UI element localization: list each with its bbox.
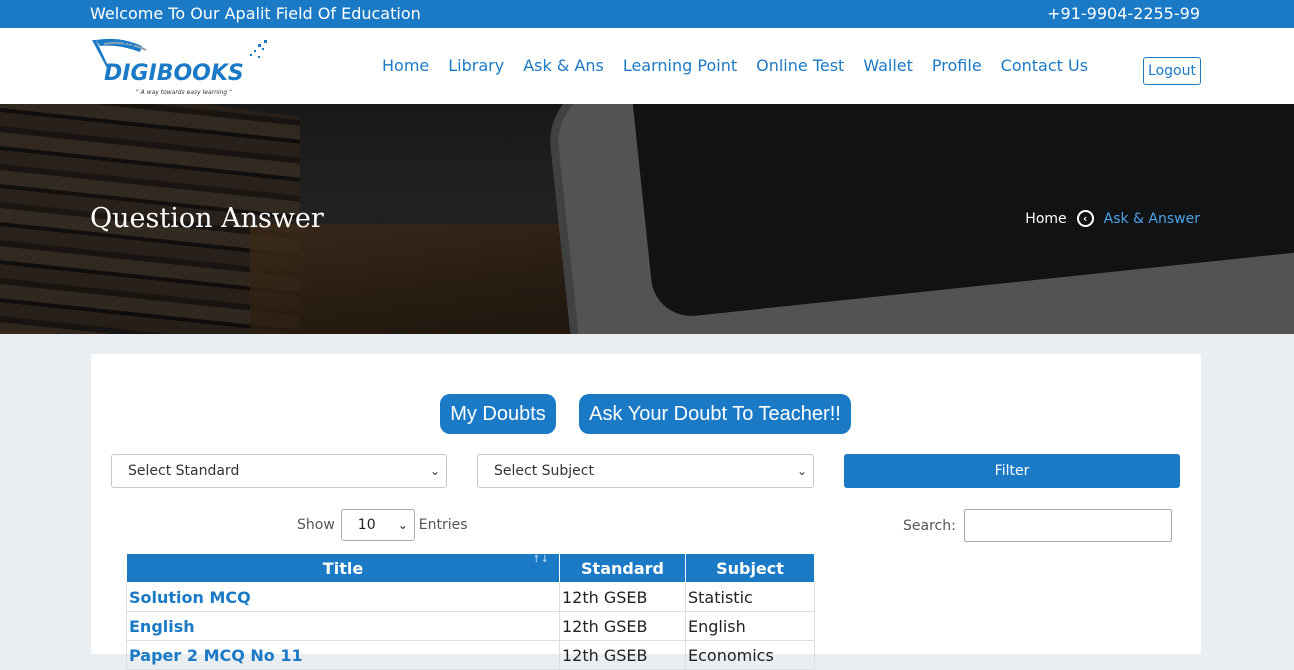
chevron-down-icon: ⌄: [429, 464, 440, 478]
my-doubts-button[interactable]: My Doubts: [440, 394, 556, 434]
subject-select-value: Select Subject: [494, 463, 594, 479]
standard-select-value: Select Standard: [128, 463, 240, 479]
chevron-down-icon: ⌄: [796, 464, 807, 478]
main-navbar: DIGIBOOKS " A way towards easy learning …: [0, 28, 1294, 104]
row-subject-cell: Economics: [685, 640, 815, 670]
table-row: English 12th GSEB English: [126, 611, 815, 641]
row-subject-cell: English: [685, 611, 815, 641]
breadcrumb-home[interactable]: Home: [1025, 211, 1066, 227]
nav-ask-ans[interactable]: Ask & Ans: [523, 56, 604, 75]
nav-profile[interactable]: Profile: [932, 56, 982, 75]
table-search: Search:: [903, 509, 1172, 542]
row-standard-cell: 12th GSEB: [559, 640, 686, 670]
table-header-row: Title ↑↓ Standard Subject: [126, 553, 815, 583]
nav-learning-point[interactable]: Learning Point: [623, 56, 737, 75]
row-title-cell: English: [126, 611, 560, 641]
row-standard-cell: 12th GSEB: [559, 611, 686, 641]
svg-text:" A way towards easy learning: " A way towards easy learning ": [136, 89, 232, 96]
column-header-title[interactable]: Title ↑↓: [126, 553, 560, 583]
row-subject-cell: Statistic: [685, 582, 815, 612]
row-title-cell: Solution MCQ: [126, 582, 560, 612]
nav-wallet[interactable]: Wallet: [863, 56, 913, 75]
page-title: Question Answer: [90, 203, 324, 234]
chevron-down-icon: ⌄: [397, 518, 408, 532]
breadcrumb: Home ‹ Ask & Answer: [1025, 210, 1200, 227]
phone-number[interactable]: +91-9904-2255-99: [1047, 4, 1200, 23]
standard-select[interactable]: Select Standard ⌄: [111, 454, 447, 488]
page-hero-banner: Question Answer Home ‹ Ask & Answer: [0, 104, 1294, 334]
subject-select[interactable]: Select Subject ⌄: [477, 454, 814, 488]
search-label: Search:: [903, 517, 956, 534]
ask-teacher-button[interactable]: Ask Your Doubt To Teacher!!: [579, 394, 851, 434]
search-input[interactable]: [963, 509, 1172, 542]
column-header-standard[interactable]: Standard: [559, 553, 686, 583]
row-standard-cell: 12th GSEB: [559, 582, 686, 612]
content-card: My Doubts Ask Your Doubt To Teacher!! Se…: [91, 354, 1201, 670]
row-title-cell: Paper 2 MCQ No 11: [126, 640, 560, 670]
entries-select-value: 10: [357, 517, 376, 533]
primary-nav: Home Library Ask & Ans Learning Point On…: [382, 56, 1107, 75]
nav-online-test[interactable]: Online Test: [756, 56, 844, 75]
question-title-link[interactable]: English: [129, 617, 195, 636]
sort-icon: ↑↓: [532, 554, 549, 565]
nav-library[interactable]: Library: [448, 56, 504, 75]
brand-logo[interactable]: DIGIBOOKS " A way towards easy learning …: [90, 36, 275, 98]
filter-button[interactable]: Filter: [844, 454, 1180, 488]
logout-button[interactable]: Logout: [1143, 57, 1201, 85]
breadcrumb-current: Ask & Answer: [1103, 210, 1200, 227]
welcome-text: Welcome To Our Apalit Field Of Education: [90, 4, 421, 23]
question-title-link[interactable]: Paper 2 MCQ No 11: [129, 646, 303, 665]
table-row: Paper 2 MCQ No 11 12th GSEB Economics: [126, 640, 815, 670]
svg-text:DIGIBOOKS: DIGIBOOKS: [104, 61, 244, 86]
entries-label: Entries: [418, 517, 468, 533]
entries-select[interactable]: 10 ⌄: [340, 509, 415, 541]
questions-table: Title ↑↓ Standard Subject Solution MCQ 1…: [126, 553, 815, 670]
table-row: Solution MCQ 12th GSEB Statistic: [126, 582, 815, 612]
digibooks-logo-icon: DIGIBOOKS " A way towards easy learning …: [92, 38, 267, 96]
entries-control: Show 10 ⌄ Entries: [297, 509, 468, 541]
top-info-bar: Welcome To Our Apalit Field Of Education…: [0, 0, 1294, 28]
nav-home[interactable]: Home: [382, 56, 429, 75]
show-label: Show: [297, 517, 335, 533]
column-header-subject[interactable]: Subject: [685, 553, 815, 583]
nav-contact-us[interactable]: Contact Us: [1001, 56, 1088, 75]
question-title-link[interactable]: Solution MCQ: [129, 588, 251, 607]
chevron-left-circle-icon: ‹: [1076, 210, 1094, 227]
